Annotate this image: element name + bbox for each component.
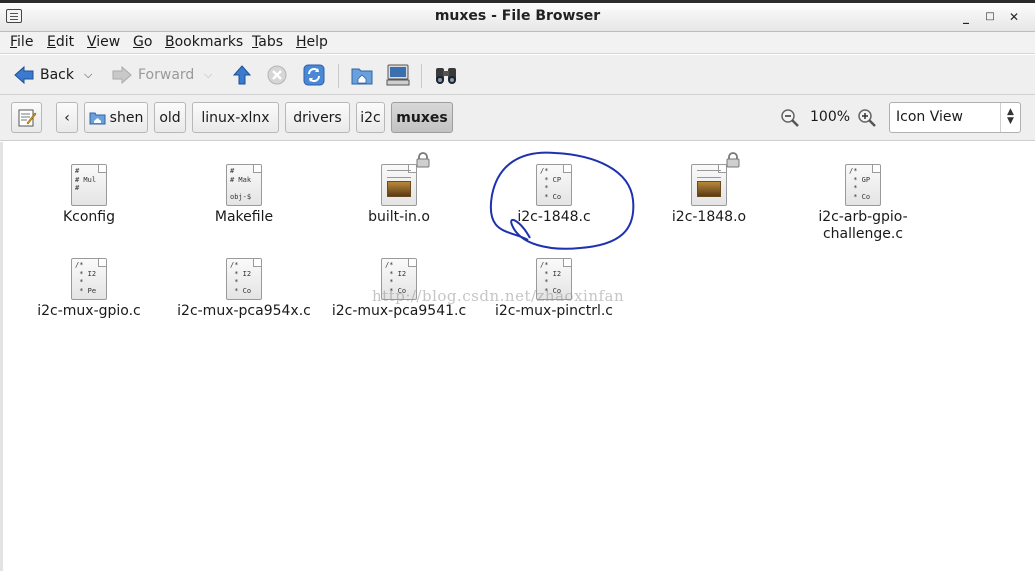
- forward-button[interactable]: Forward: [112, 55, 194, 95]
- window-title: muxes - File Browser: [434, 8, 601, 24]
- menu-go[interactable]: Go: [133, 34, 152, 50]
- lock-icon: [416, 152, 430, 168]
- path-segment-linux-xlnx[interactable]: linux-xlnx: [192, 102, 279, 133]
- forward-history-chevron-down-icon[interactable]: ⌵: [204, 68, 212, 82]
- back-history-chevron-down-icon[interactable]: ⌵: [84, 68, 92, 82]
- computer-icon: [386, 64, 410, 86]
- toolbar-separator: [338, 64, 339, 88]
- toolbar-separator: [421, 64, 422, 88]
- file-item-i2c-1848-o[interactable]: i2c-1848.o: [639, 152, 779, 226]
- location-bar: ‹ shen old linux-xlnx drivers i2c muxes …: [0, 95, 1035, 141]
- up-button[interactable]: [232, 55, 252, 95]
- path-segment-muxes[interactable]: muxes: [391, 102, 453, 133]
- zoom-in-button[interactable]: [857, 98, 877, 138]
- object-file-icon: [691, 164, 727, 206]
- path-segment-shen[interactable]: shen: [84, 102, 148, 133]
- forward-arrow-icon: [112, 66, 132, 84]
- path-scroll-left-button[interactable]: ‹: [56, 102, 78, 133]
- text-file-icon: # # Mak obj-$: [226, 164, 262, 206]
- computer-button[interactable]: [386, 55, 410, 95]
- hand-drawn-circle-annotation: [489, 151, 635, 250]
- home-folder-icon: [89, 112, 106, 125]
- text-file-icon: /* * I2 * * Co: [226, 258, 262, 300]
- zoom-out-button[interactable]: [780, 98, 800, 138]
- menu-help[interactable]: Help: [296, 34, 328, 50]
- menu-tabs[interactable]: Tabs: [252, 34, 283, 50]
- maximize-icon[interactable]: □: [982, 9, 998, 25]
- back-button[interactable]: Back: [14, 55, 74, 95]
- watermark-text: http://blog.csdn.net/zhaoxinfan: [372, 287, 625, 305]
- reload-button[interactable]: [303, 55, 325, 95]
- select-arrows-icon: ▲ ▼: [1000, 103, 1020, 132]
- path-segment-drivers[interactable]: drivers: [285, 102, 350, 133]
- file-item-kconfig[interactable]: # # Mul # Kconfig: [19, 164, 159, 226]
- file-item-i2c-mux-pca954x-c[interactable]: /* * I2 * * Co i2c-mux-pca954x.c: [174, 258, 314, 320]
- toggle-location-entry-button[interactable]: [11, 102, 42, 133]
- up-arrow-icon: [232, 65, 252, 85]
- binoculars-search-icon: [436, 68, 456, 84]
- home-button[interactable]: [351, 55, 373, 95]
- path-segment-i2c[interactable]: i2c: [356, 102, 385, 133]
- file-item-i2c-mux-gpio-c[interactable]: /* * I2 * * Pe i2c-mux-gpio.c: [19, 258, 159, 320]
- text-file-icon: /* * GP * * Co: [845, 164, 881, 206]
- menu-edit[interactable]: Edit: [47, 34, 74, 50]
- lock-icon: [726, 152, 740, 168]
- path-segment-old[interactable]: old: [154, 102, 186, 133]
- title-bar: muxes - File Browser _ □ ✕: [0, 0, 1035, 32]
- screen-top-strip: [0, 0, 1035, 3]
- text-file-icon: /* * I2 * * Pe: [71, 258, 107, 300]
- text-file-icon: # # Mul #: [71, 164, 107, 206]
- menu-bar: File Edit View Go Bookmarks Tabs Help: [0, 32, 1035, 54]
- reload-icon: [303, 64, 325, 86]
- stop-icon: [267, 65, 287, 85]
- zoom-out-icon: [781, 109, 799, 127]
- menu-file[interactable]: File: [10, 34, 33, 50]
- view-mode-select[interactable]: Icon View ▲ ▼: [889, 102, 1021, 133]
- edit-location-icon: [18, 109, 36, 126]
- toolbar: Back ⌵ Forward ⌵: [0, 55, 1035, 95]
- object-file-icon: [381, 164, 417, 206]
- back-arrow-icon: [14, 66, 34, 84]
- file-item-built-in-o[interactable]: built-in.o: [329, 152, 469, 226]
- zoom-level: 100%: [810, 109, 851, 125]
- file-item-i2c-arb-gpio-challenge-c[interactable]: /* * GP * * Co i2c-arb-gpio-challenge.c: [793, 164, 933, 243]
- search-button[interactable]: [434, 55, 458, 95]
- minimize-icon[interactable]: _: [958, 9, 974, 25]
- file-item-makefile[interactable]: # # Mak obj-$ Makefile: [174, 164, 314, 226]
- close-icon[interactable]: ✕: [1006, 9, 1022, 25]
- zoom-in-icon: [858, 109, 876, 127]
- stop-button[interactable]: [267, 55, 287, 95]
- file-name: i2c-arb-gpio-challenge.c: [818, 209, 908, 242]
- menu-bookmarks[interactable]: Bookmarks: [165, 34, 243, 50]
- menu-view[interactable]: View: [87, 34, 120, 50]
- chevron-left-icon: ‹: [64, 109, 70, 126]
- home-folder-icon: [351, 68, 373, 85]
